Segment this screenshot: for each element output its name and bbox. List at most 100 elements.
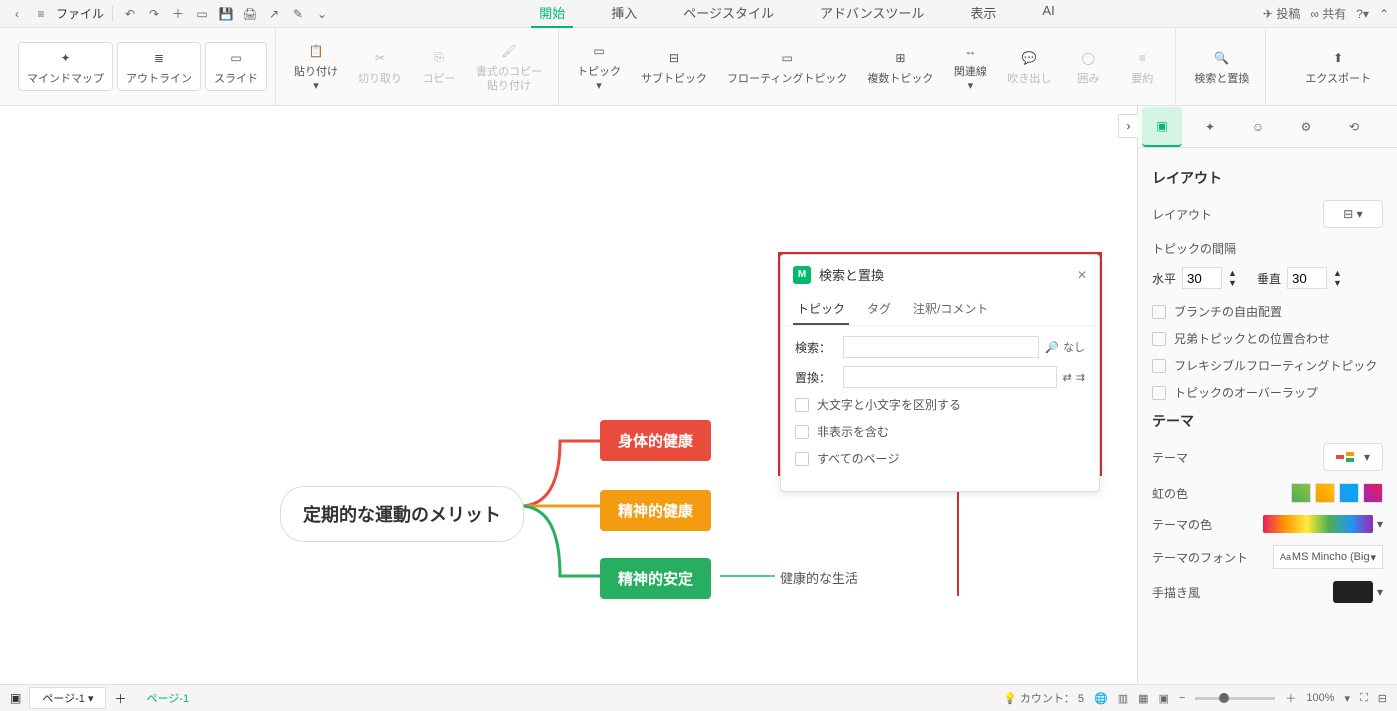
sidebar-tab-history[interactable]: ⟲	[1334, 107, 1374, 147]
theme-color-strip[interactable]	[1263, 515, 1373, 533]
mindmap-node-physical[interactable]: 身体的健康	[600, 420, 711, 461]
chk-overlap[interactable]	[1152, 386, 1166, 400]
file-menu[interactable]: ファイル	[56, 5, 104, 22]
zoom-out-icon[interactable]: −	[1179, 692, 1185, 704]
edit-icon[interactable]: ✎	[289, 5, 307, 23]
undo-icon[interactable]: ↶	[121, 5, 139, 23]
fullscreen-icon[interactable]: ⛶	[1360, 692, 1368, 705]
zoom-slider[interactable]	[1195, 697, 1275, 700]
tab-start[interactable]: 開始	[531, 0, 573, 28]
replace-all-icon[interactable]: ⇉	[1076, 371, 1085, 384]
chk-flex-float[interactable]	[1152, 359, 1166, 373]
chk-all-pages[interactable]	[795, 452, 809, 466]
zoom-value[interactable]: 100%	[1306, 692, 1334, 704]
callout-button[interactable]: 💬吹き出し	[999, 43, 1059, 90]
mindmap-node-mental[interactable]: 精神的健康	[600, 490, 711, 531]
boundary-button[interactable]: ◯囲み	[1063, 43, 1113, 90]
handdrawn-swatch[interactable]	[1333, 581, 1373, 603]
save-icon[interactable]: 💾	[217, 5, 235, 23]
sidebar-tab-settings[interactable]: ⚙	[1286, 107, 1326, 147]
find-tab-topic[interactable]: トピック	[793, 294, 849, 325]
theme-section-title: テーマ	[1152, 411, 1383, 431]
summary-button[interactable]: ≡要約	[1117, 43, 1167, 90]
panel-collapse-icon[interactable]: ›	[1118, 114, 1138, 138]
topic-button[interactable]: ▭トピック▾	[569, 36, 629, 96]
share-button[interactable]: ∞ 共有	[1310, 5, 1346, 22]
theme-select[interactable]: ▾	[1323, 443, 1383, 471]
tab-ai[interactable]: AI	[1034, 0, 1062, 28]
canvas[interactable]: 定期的な運動のメリット 身体的健康 精神的健康 精神的安定 健康的な生活 M 検…	[0, 106, 1137, 684]
tab-insert[interactable]: 挿入	[603, 0, 645, 28]
back-icon[interactable]: ‹	[8, 5, 26, 23]
stepper-icon[interactable]: ▲▼	[1333, 268, 1342, 288]
view-outline-button[interactable]: ≣ アウトライン	[117, 42, 201, 91]
copy-button[interactable]: ⎘コピー	[414, 43, 464, 90]
current-page-label: ページ-1	[135, 688, 202, 708]
cut-icon: ✂	[369, 47, 391, 69]
new-icon[interactable]: ＋	[169, 5, 187, 23]
view-icon-1[interactable]: ▥	[1118, 692, 1128, 705]
mindmap-node-stability[interactable]: 精神的安定	[600, 558, 711, 599]
chk-sibling-align[interactable]	[1152, 332, 1166, 346]
tab-page-style[interactable]: ページスタイル	[675, 0, 782, 28]
fit-icon[interactable]: ⊟	[1378, 692, 1387, 705]
view-icon-3[interactable]: ▣	[1159, 692, 1169, 705]
collapse-icon[interactable]: ⌃	[1379, 7, 1389, 21]
relation-button[interactable]: ↔関連線▾	[945, 36, 995, 96]
float-icon: ▭	[776, 47, 798, 69]
tab-view[interactable]: 表示	[962, 0, 1004, 28]
export-button[interactable]: ⬆エクスポート	[1297, 43, 1379, 90]
format-paste-button[interactable]: 🖌書式のコピー 貼り付け	[468, 36, 550, 96]
theme-font-select[interactable]: Aa MS Mincho (Big ▾	[1273, 545, 1383, 569]
help-icon[interactable]: ?▾	[1356, 7, 1369, 21]
pages-icon[interactable]: ▣	[10, 691, 21, 705]
zoom-in-icon[interactable]: ＋	[1285, 690, 1296, 706]
multi-topic-button[interactable]: ⊞複数トピック	[859, 43, 941, 90]
redo-icon[interactable]: ↷	[145, 5, 163, 23]
chevron-down-icon[interactable]: ▾	[1377, 517, 1383, 531]
page-tab-1[interactable]: ページ-1 ▾	[29, 687, 106, 709]
view-mindmap-button[interactable]: ✦ マインドマップ	[18, 42, 113, 91]
post-button[interactable]: ✈ 投稿	[1263, 5, 1300, 22]
cut-button[interactable]: ✂切り取り	[350, 43, 410, 90]
tab-advanced[interactable]: アドバンスツール	[812, 0, 932, 28]
share-icon[interactable]: ↗	[265, 5, 283, 23]
app-logo-icon: M	[793, 266, 811, 284]
layout-section-title: レイアウト	[1152, 168, 1383, 188]
floating-topic-button[interactable]: ▭フローティングトピック	[719, 43, 855, 90]
find-replace-button[interactable]: 🔍検索と置換	[1186, 43, 1257, 90]
add-page-button[interactable]: ＋	[114, 690, 126, 707]
find-tab-tag[interactable]: タグ	[863, 294, 895, 325]
mindmap-root-node[interactable]: 定期的な運動のメリット	[280, 486, 524, 542]
horiz-input[interactable]	[1182, 267, 1222, 289]
boundary-icon: ◯	[1077, 47, 1099, 69]
sidebar-tab-icon[interactable]: ☺	[1238, 107, 1278, 147]
more-icon[interactable]: ⌄	[313, 5, 331, 23]
find-tab-comment[interactable]: 注釈/コメント	[909, 294, 992, 325]
search-input[interactable]	[843, 336, 1039, 358]
print-icon[interactable]: 🖨	[241, 5, 259, 23]
globe-icon[interactable]: 🌐	[1094, 692, 1108, 705]
open-icon[interactable]: ▭	[193, 5, 211, 23]
chk-case-sensitive[interactable]	[795, 398, 809, 412]
paste-button[interactable]: 📋貼り付け▾	[286, 36, 346, 96]
rainbow-swatches[interactable]	[1291, 483, 1383, 503]
sidebar-tab-layout[interactable]: ▣	[1142, 107, 1182, 147]
mindmap-leaf-healthy-life[interactable]: 健康的な生活	[780, 568, 858, 587]
view-icon-2[interactable]: ▦	[1138, 692, 1148, 705]
replace-input[interactable]	[843, 366, 1057, 388]
chk-free-branch[interactable]	[1152, 305, 1166, 319]
layout-select[interactable]: ⊟ ▾	[1323, 200, 1383, 228]
close-icon[interactable]: ✕	[1077, 268, 1087, 282]
subtopic-button[interactable]: ⊟サブトピック	[633, 43, 715, 90]
chevron-down-icon[interactable]: ▾	[1377, 585, 1383, 599]
sidebar-tab-style[interactable]: ✦	[1190, 107, 1230, 147]
binoculars-icon[interactable]: 🔎	[1045, 341, 1059, 354]
view-slide-button[interactable]: ▭ スライド	[205, 42, 267, 91]
replace-one-icon[interactable]: ⇄	[1063, 371, 1072, 384]
menu-icon[interactable]: ≡	[32, 5, 50, 23]
chk-include-hidden[interactable]	[795, 425, 809, 439]
annotation-arrow	[948, 476, 968, 596]
stepper-icon[interactable]: ▲▼	[1228, 268, 1237, 288]
vert-input[interactable]	[1287, 267, 1327, 289]
